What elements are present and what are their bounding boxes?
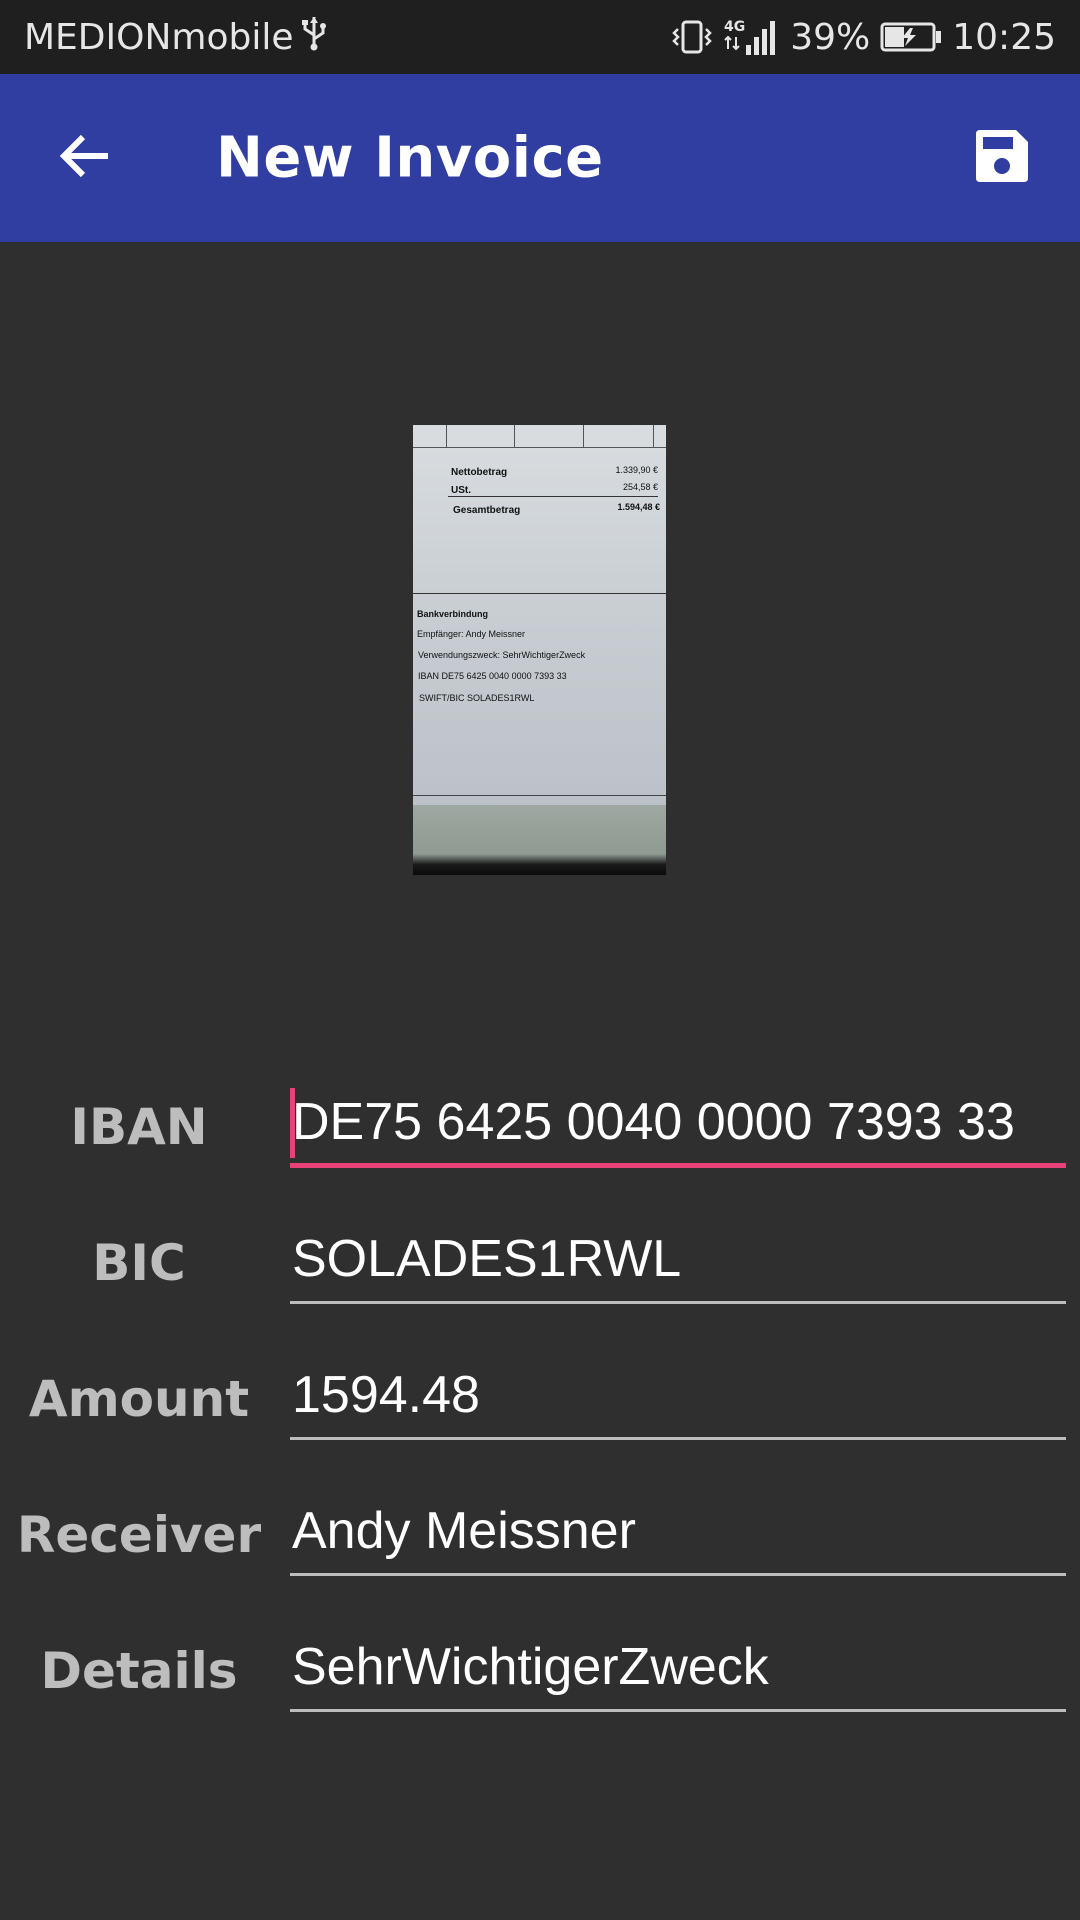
iban-label: IBAN <box>70 1098 208 1156</box>
status-left: MEDIONmobile <box>24 15 328 60</box>
status-right: 4G 39% 10:25 <box>670 17 1056 58</box>
amount-label: Amount <box>28 1370 250 1428</box>
perforation-line <box>413 795 666 796</box>
table-divider <box>583 425 584 447</box>
doc-label: USt. <box>451 485 471 496</box>
vibrate-icon <box>670 19 714 55</box>
iban-input[interactable] <box>290 1080 1066 1168</box>
doc-value: 1.594,48 € <box>617 502 660 512</box>
bic-input[interactable] <box>290 1216 1066 1304</box>
table-divider <box>446 425 447 447</box>
receiver-input[interactable] <box>290 1488 1066 1576</box>
photo-background <box>413 805 666 875</box>
battery-charging-icon <box>880 21 942 53</box>
network-type-label: 4G <box>724 19 745 35</box>
carrier-name: MEDIONmobile <box>24 16 294 58</box>
table-divider <box>413 447 666 448</box>
save-button[interactable] <box>960 116 1044 200</box>
section-divider <box>413 593 666 594</box>
receiver-label: Receiver <box>16 1506 262 1564</box>
receiver-row: Receiver <box>0 1466 1080 1602</box>
total-divider <box>448 496 658 497</box>
details-label: Details <box>40 1642 238 1700</box>
floppy-disk-icon <box>974 128 1030 188</box>
text-cursor <box>290 1088 295 1158</box>
amount-input[interactable] <box>290 1352 1066 1440</box>
page-title: New Invoice <box>216 125 604 191</box>
doc-value: 254,58 € <box>622 482 658 492</box>
usb-icon <box>300 15 328 60</box>
table-divider <box>653 425 654 447</box>
bank-heading: Bankverbindung <box>417 609 489 619</box>
battery-percent: 39% <box>790 16 871 58</box>
bank-line: Verwendungszweck: SehrWichtigerZweck <box>418 650 586 660</box>
details-row: Details <box>0 1602 1080 1738</box>
bank-line: Empfänger: Andy Meissner <box>417 629 526 639</box>
details-input[interactable] <box>290 1624 1066 1712</box>
signal-icon: 4G <box>724 17 780 57</box>
bank-line: IBAN DE75 6425 0040 0000 7393 33 <box>418 671 567 681</box>
doc-label: Gesamtbetrag <box>453 505 521 516</box>
back-button[interactable] <box>48 122 120 194</box>
status-bar: MEDIONmobile 4G 39% 10:25 <box>0 0 1080 74</box>
bic-row: BIC <box>0 1194 1080 1330</box>
table-divider <box>514 425 515 447</box>
invoice-image-preview[interactable]: Nettobetrag 1.339,90 € USt. 254,58 € Ges… <box>413 425 666 875</box>
iban-row: IBAN <box>0 1058 1080 1194</box>
doc-value: 1.339,90 € <box>615 465 658 475</box>
bank-line: SWIFT/BIC SOLADES1RWL <box>419 693 535 703</box>
clock: 10:25 <box>952 16 1056 58</box>
app-bar: New Invoice <box>0 74 1080 242</box>
doc-label: Nettobetrag <box>451 467 508 478</box>
arrow-left-icon <box>58 133 110 183</box>
amount-row: Amount <box>0 1330 1080 1466</box>
bic-label: BIC <box>92 1234 186 1292</box>
